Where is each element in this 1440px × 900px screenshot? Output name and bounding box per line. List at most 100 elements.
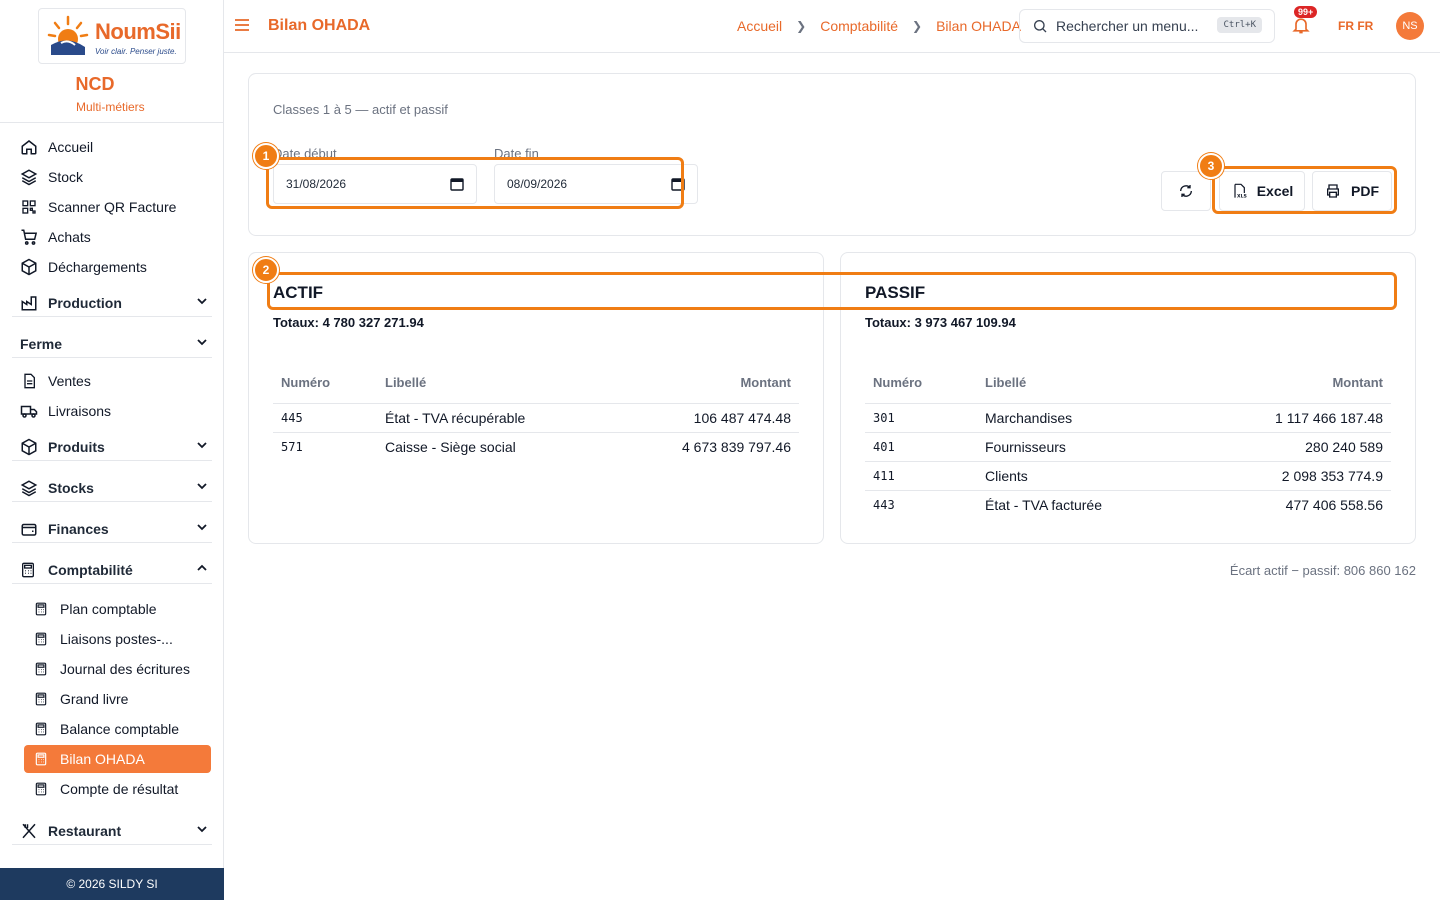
logo-name: NoumSii [95, 19, 181, 44]
account-label: Fournisseurs [977, 432, 1197, 462]
sidebar-sub-journal-ecritures[interactable]: Journal des écritures [34, 657, 190, 681]
column-header: Montant [1197, 363, 1391, 404]
search-shortcut: Ctrl+K [1217, 17, 1262, 33]
sidebar-group-production[interactable]: Production [12, 289, 212, 317]
table-row[interactable]: 445 État - TVA récupérable 106 487 474.4… [273, 403, 799, 433]
language-switcher[interactable]: FR FR [1338, 19, 1373, 33]
passif-totals: Totaux: 3 973 467 109.94 [865, 315, 1016, 330]
truck-icon [20, 402, 38, 420]
table-header-row: Numéro Libellé Montant [865, 363, 1391, 404]
sidebar-group-stocks[interactable]: Stocks [12, 474, 212, 502]
account-label: Marchandises [977, 403, 1197, 433]
breadcrumb-accueil[interactable]: Accueil [737, 18, 782, 34]
sidebar-item-label: Achats [48, 229, 91, 245]
table-row[interactable]: 443 État - TVA facturée 477 406 558.56 [865, 490, 1391, 519]
home-icon [20, 138, 38, 156]
search-box[interactable]: Ctrl+K [1019, 9, 1275, 43]
annotation-marker-1: 1 [253, 143, 279, 169]
sidebar-item-achats[interactable]: Achats [20, 225, 91, 249]
sidebar-sub-label: Balance comptable [60, 721, 180, 737]
bell-icon[interactable] [1291, 15, 1311, 35]
sidebar-group-label: Comptabilité [48, 561, 133, 578]
calculator-icon [34, 781, 48, 797]
ecart-summary: Écart actif − passif: 806 860 162 [1229, 563, 1416, 578]
sidebar-item-label: Ventes [48, 373, 91, 389]
sidebar-item-accueil[interactable]: Accueil [20, 135, 93, 159]
annotation-marker-3: 3 [1198, 153, 1224, 179]
sidebar-sub-label: Plan comptable [60, 601, 157, 617]
column-header: Numéro [865, 363, 977, 404]
sidebar-sub-plan-comptable[interactable]: Plan comptable [34, 597, 157, 621]
sidebar-group-produits[interactable]: Produits [12, 433, 212, 461]
sidebar-sub-bilan-ohada[interactable]: Bilan OHADA [24, 745, 211, 773]
column-header: Numéro [273, 363, 377, 404]
account-label: Clients [977, 461, 1197, 491]
calculator-icon [34, 661, 48, 677]
chevron-up-icon [197, 564, 207, 571]
sidebar-group-comptabilite[interactable]: Comptabilité [12, 556, 212, 584]
sidebar-item-label: Livraisons [48, 403, 112, 419]
account-amount: 2 098 353 774.9 [1197, 461, 1391, 491]
account-number: 443 [873, 497, 895, 512]
sidebar-group-ferme[interactable]: Ferme [12, 330, 212, 358]
menu-icon[interactable] [234, 17, 250, 33]
actif-table: Numéro Libellé Montant 445 État - TVA ré… [273, 363, 799, 461]
chevron-down-icon [197, 826, 207, 833]
table-row[interactable]: 411 Clients 2 098 353 774.9 [865, 461, 1391, 491]
sidebar-sub-compte-resultat[interactable]: Compte de résultat [34, 777, 178, 801]
sidebar-item-label: Déchargements [48, 259, 147, 275]
sidebar-item-label: Scanner QR Facture [48, 199, 177, 215]
account-amount: 280 240 589 [1197, 432, 1391, 462]
sidebar-group-label: Produits [48, 438, 105, 455]
breadcrumb-comptabilite[interactable]: Comptabilité [820, 18, 898, 34]
sidebar-sub-liaisons-postes[interactable]: Liaisons postes-... [34, 627, 173, 651]
factory-icon [20, 294, 38, 312]
sidebar-item-scanner-qr[interactable]: Scanner QR Facture [20, 195, 176, 219]
chevron-down-icon [197, 339, 207, 346]
sidebar-group-label: Production [48, 294, 122, 311]
sidebar-item-stock[interactable]: Stock [20, 165, 83, 189]
sidebar-sub-grand-livre[interactable]: Grand livre [34, 687, 128, 711]
account-label: État - TVA facturée [985, 496, 1102, 513]
qr-icon [20, 198, 38, 216]
table-row[interactable]: 301 Marchandises 1 117 466 187.48 [865, 403, 1391, 433]
sidebar-item-label: Accueil [48, 139, 94, 155]
avatar[interactable]: NS [1396, 12, 1424, 40]
layers-icon [20, 168, 38, 186]
box-icon [20, 258, 38, 276]
page-title: Bilan OHADA [268, 17, 371, 34]
utensils-icon [20, 822, 38, 840]
actif-totals: Totaux: 4 780 327 271.94 [273, 315, 424, 330]
logo-sun-icon [47, 15, 89, 55]
sidebar-group-finances[interactable]: Finances [12, 515, 212, 543]
brand-area: NoumSii Voir clair. Penser juste. NCD Mu… [0, 0, 223, 123]
table-row[interactable]: 571 Caisse - Siège social 4 673 839 797.… [273, 432, 799, 461]
chevron-right-icon: ❯ [796, 19, 807, 33]
account-amount: 4 673 839 797.46 [682, 438, 791, 455]
breadcrumb: Accueil ❯ Comptabilité ❯ Bilan OHADA [737, 18, 1021, 34]
chevron-down-icon [197, 298, 207, 305]
org-name: NCD [75, 74, 115, 94]
sidebar-group-label: Ferme [20, 335, 63, 352]
account-amount: 106 487 474.48 [607, 403, 799, 433]
annotation-box-dates [266, 157, 684, 209]
sidebar-item-livraisons[interactable]: Livraisons [20, 399, 111, 423]
account-number: 411 [865, 461, 977, 491]
sidebar-item-ventes[interactable]: Ventes [20, 369, 91, 393]
column-header: Libellé [977, 363, 1197, 404]
calculator-icon [34, 631, 48, 647]
sidebar: NoumSii Voir clair. Penser juste. NCD Mu… [0, 0, 224, 900]
sidebar-sub-label: Grand livre [60, 691, 129, 707]
account-number: 571 [281, 439, 303, 454]
table-row[interactable]: 401 Fournisseurs 280 240 589 [865, 432, 1391, 462]
sidebar-footer: © 2026 SILDY SI [0, 868, 224, 900]
sidebar-item-dechargements[interactable]: Déchargements [20, 255, 147, 279]
search-input[interactable] [1056, 18, 1206, 34]
sidebar-sub-balance-comptable[interactable]: Balance comptable [34, 717, 179, 741]
sidebar-group-restaurant[interactable]: Restaurant [12, 817, 212, 845]
wallet-icon [20, 520, 38, 538]
logo[interactable]: NoumSii Voir clair. Penser juste. [38, 8, 186, 64]
refresh-icon [1180, 185, 1192, 197]
sidebar-group-label: Finances [48, 520, 109, 537]
account-label: État - TVA récupérable [377, 403, 607, 433]
